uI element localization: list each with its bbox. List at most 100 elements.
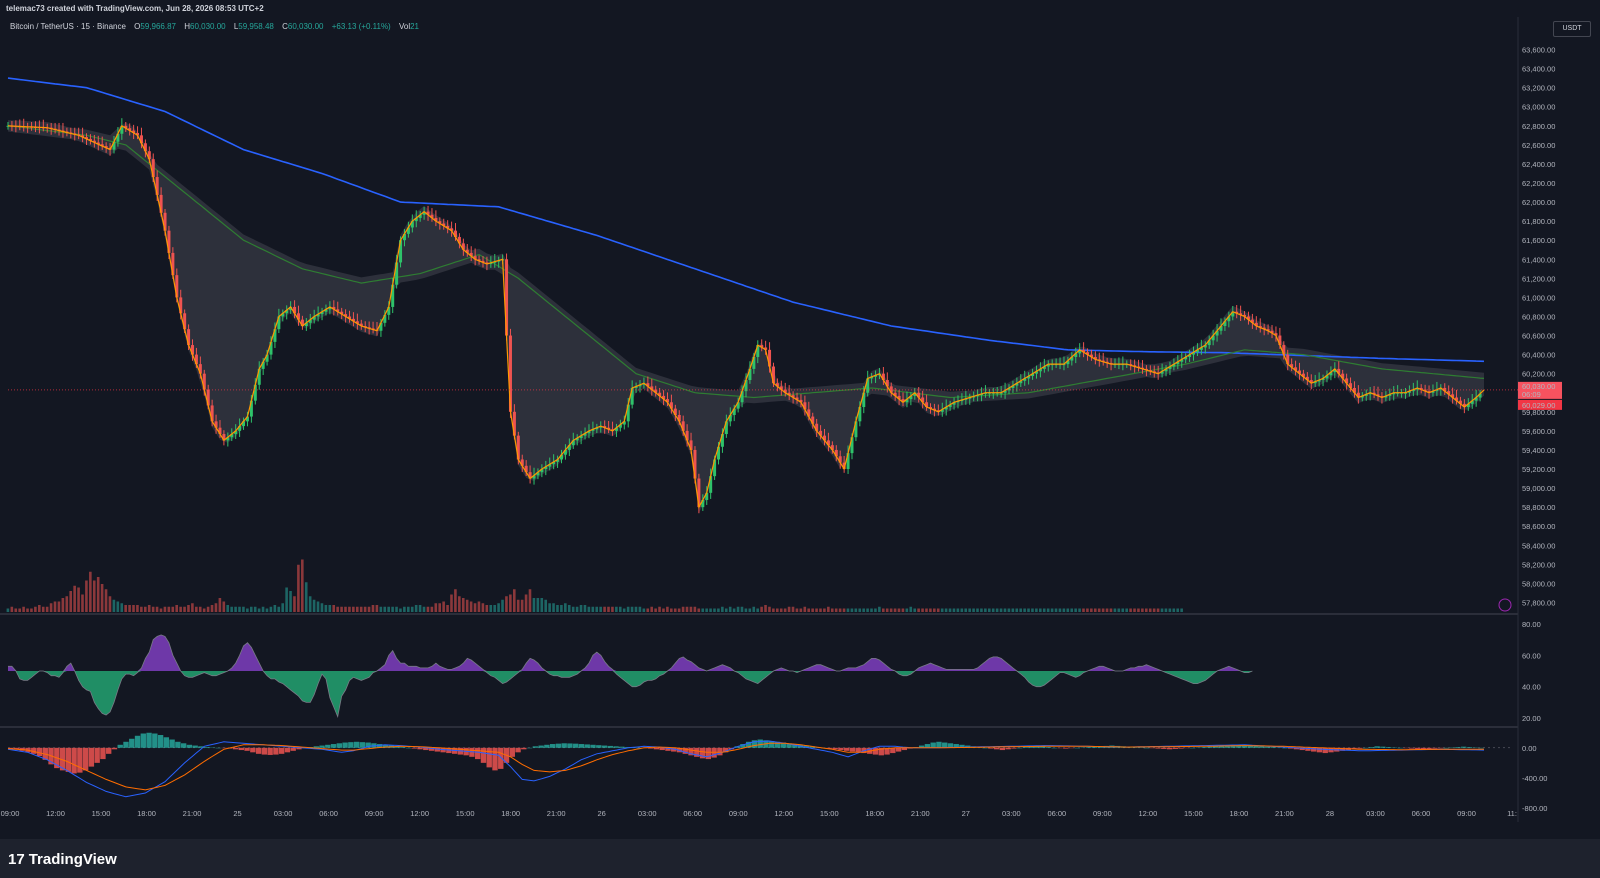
volume-bar: [289, 591, 292, 612]
volume-bar: [497, 603, 500, 612]
macd-histogram-bar: [134, 735, 141, 748]
volume-bar: [897, 608, 901, 612]
volume-bar: [1145, 608, 1148, 612]
macd-histogram-bar: [1011, 747, 1017, 749]
macd-histogram-bar: [1143, 747, 1150, 749]
volume-bar: [870, 608, 873, 612]
volume-bar: [544, 599, 547, 612]
volume-bar: [171, 606, 175, 612]
volume-bar: [705, 608, 708, 612]
volume-bar: [77, 587, 80, 612]
volume-bar: [73, 585, 76, 612]
volume-bar: [748, 608, 752, 612]
macd-histogram-bar: [1357, 747, 1363, 749]
volume-bar: [458, 596, 461, 612]
time-axis-tick: 15:00: [456, 809, 475, 818]
rsi-lower-area: [8, 671, 1253, 717]
macd-histogram-bar: [1259, 746, 1265, 748]
volume-bar: [320, 603, 324, 612]
volume-bar: [1180, 608, 1183, 612]
volume-bar: [277, 606, 281, 612]
macd-histogram-bar: [578, 744, 585, 748]
volume-bar: [1160, 608, 1164, 612]
price-axis-tick: 61,000.00: [1522, 293, 1555, 302]
volume-bar: [89, 571, 92, 612]
macd-histogram-bar: [498, 747, 504, 769]
volume-bar: [885, 608, 889, 612]
volume-bar: [352, 606, 355, 612]
tradingview-logo[interactable]: 17 TradingView: [8, 851, 117, 868]
volume-bar: [493, 605, 496, 612]
volume-bar: [1168, 608, 1172, 612]
volume-bar: [1003, 608, 1007, 612]
time-axis-tick: 06:00: [1412, 809, 1431, 818]
macd-histogram-bar: [1051, 747, 1057, 749]
macd-histogram-bar: [486, 747, 492, 768]
macd-histogram-bar: [77, 747, 83, 773]
macd-histogram-bar: [844, 747, 850, 751]
volume-bar: [599, 606, 602, 612]
volume-bar: [611, 606, 614, 612]
volume-bar: [238, 606, 241, 612]
macd-histogram-bar: [319, 745, 325, 748]
volume-bar: [473, 603, 477, 612]
volume-bar: [175, 605, 178, 612]
volume-bar: [159, 608, 163, 612]
macd-histogram-bar: [284, 747, 291, 753]
volume-bar: [253, 606, 257, 612]
volume-bar: [764, 605, 767, 612]
macd-histogram-bar: [1432, 747, 1438, 749]
volume-bar: [878, 606, 881, 612]
volume-bar: [151, 606, 155, 612]
macd-histogram-bar: [1282, 747, 1288, 749]
macd-line: [7, 740, 1485, 798]
volume-bar: [167, 606, 171, 612]
volume-bar: [516, 599, 520, 612]
macd-histogram-bar: [1155, 747, 1161, 749]
macd-axis-tick: -800.00: [1522, 804, 1547, 813]
price-axis-tick: 60,600.00: [1522, 332, 1555, 341]
volume-bar: [438, 603, 442, 612]
time-axis-tick: 11:: [1507, 809, 1517, 818]
macd-histogram-bar: [325, 744, 331, 748]
alert-lightning-icon[interactable]: [1498, 598, 1512, 612]
volume-bar: [214, 603, 218, 612]
volume-bar: [41, 606, 45, 612]
macd-histogram-bar: [561, 743, 567, 748]
volume-bar: [905, 608, 909, 612]
volume-bar: [18, 608, 21, 612]
volume-bar: [1133, 608, 1136, 612]
second-price-badge-text: 60,029.00: [1522, 401, 1555, 410]
volume-bar: [724, 608, 728, 612]
volume-bar: [571, 606, 575, 612]
volume-bar: [933, 608, 936, 612]
volume-bar: [654, 608, 657, 612]
volume-bar: [143, 606, 147, 612]
volume-bar: [461, 598, 465, 612]
time-axis-tick: 03:00: [1002, 809, 1021, 818]
volume-bar: [728, 606, 732, 612]
macd-histogram-bar: [342, 742, 348, 748]
macd-histogram-bar: [567, 743, 573, 748]
macd-histogram-bar: [250, 747, 256, 753]
volume-bar: [595, 606, 599, 612]
time-axis-tick: 03:00: [638, 809, 657, 818]
volume-bar: [666, 606, 669, 612]
macd-histogram-bar: [538, 745, 544, 748]
volume-bar: [524, 594, 528, 612]
volume-bar: [246, 608, 249, 612]
volume-bar: [430, 606, 434, 612]
chart-area[interactable]: 63,600.00 63,400.00 63,200.00 63,000.00 62,8…: [0, 17, 1600, 839]
volume-bar: [477, 601, 481, 612]
volume-bar: [234, 606, 237, 612]
macd-histogram-bar: [186, 744, 193, 748]
volume-bar: [866, 608, 869, 612]
macd-histogram-bar: [590, 744, 596, 748]
volume-bar: [567, 605, 571, 612]
time-axis-tick: 12:00: [410, 809, 429, 818]
time-axis-tick: 03:00: [274, 809, 293, 818]
macd-histogram-bar: [244, 747, 250, 751]
volume-bar: [548, 603, 551, 612]
volume-bar: [410, 606, 414, 612]
volume-bar: [112, 599, 116, 612]
